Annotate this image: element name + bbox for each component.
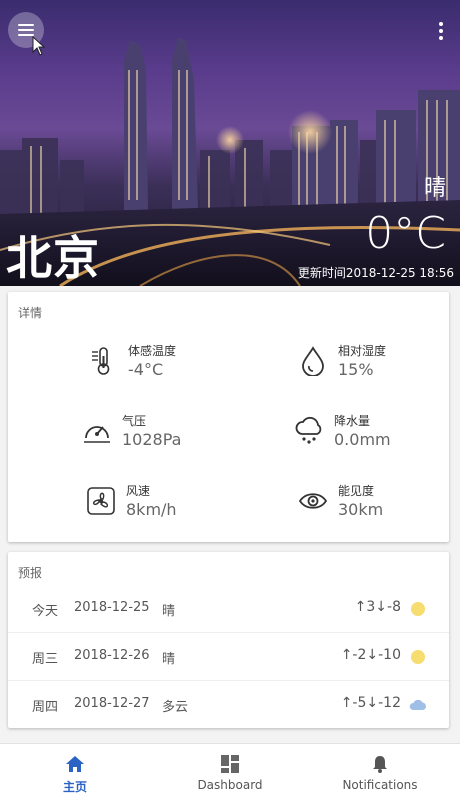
- humidity-drop-icon: [302, 346, 324, 376]
- nav-dashboard[interactable]: Dashboard: [155, 744, 305, 799]
- forecast-day: 周三: [32, 652, 59, 667]
- more-options-icon[interactable]: [438, 22, 444, 40]
- detail-value: 15%: [338, 360, 374, 379]
- bottom-navigation: 主页 Dashboard Notifications: [0, 743, 460, 799]
- home-icon: [66, 756, 84, 772]
- details-title: 详情: [18, 306, 43, 320]
- weather-description: 晴: [423, 176, 446, 201]
- detail-label: 体感温度: [128, 344, 177, 358]
- detail-value: -4°C: [128, 360, 164, 379]
- hero-header: 晴 北京 0°C 更新时间2018-12-25 18:56: [0, 0, 460, 286]
- current-temperature: 0°C: [365, 208, 446, 259]
- update-time: 更新时间2018-12-25 18:56: [297, 266, 454, 280]
- forecast-day: 今天: [32, 604, 59, 619]
- forecast-desc: 多云: [162, 700, 189, 715]
- nav-label: Notifications: [342, 778, 418, 792]
- sun-icon: [411, 650, 425, 664]
- gauge-icon: [84, 426, 110, 443]
- forecast-row[interactable]: 周四 2018-12-27 多云 ↑-5↓-12: [8, 682, 449, 728]
- forecast-range: ↑3↓-8: [354, 599, 401, 615]
- detail-visibility: 能见度 30km: [298, 482, 438, 526]
- forecast-desc: 晴: [162, 604, 176, 619]
- dashboard-icon: [221, 755, 239, 773]
- detail-feels-like: 体感温度 -4°C: [88, 342, 228, 386]
- detail-value: 8km/h: [126, 500, 177, 519]
- fan-icon: [87, 487, 115, 515]
- forecast-title: 预报: [18, 566, 43, 580]
- forecast-range: ↑-2↓-10: [340, 647, 401, 663]
- eye-icon: [298, 493, 328, 509]
- nav-label: Dashboard: [197, 778, 263, 792]
- rain-cloud-icon: [295, 416, 322, 444]
- detail-label: 气压: [122, 414, 147, 428]
- nav-notifications[interactable]: Notifications: [305, 744, 455, 799]
- city-name: 北京: [6, 231, 100, 285]
- forecast-date: 2018-12-26: [74, 648, 150, 663]
- forecast-card: 预报 今天 2018-12-25 晴 ↑3↓-8 周三 2018-12-26 晴…: [8, 552, 449, 728]
- detail-label: 风速: [126, 484, 151, 498]
- detail-pressure: 气压 1028Pa: [82, 412, 232, 456]
- detail-value: 0.0mm: [334, 430, 391, 449]
- detail-wind: 风速 8km/h: [86, 482, 236, 526]
- nav-home[interactable]: 主页: [0, 744, 150, 799]
- forecast-date: 2018-12-25: [74, 600, 150, 615]
- hamburger-icon: [18, 24, 34, 36]
- bell-icon: [373, 756, 387, 773]
- detail-label: 相对湿度: [338, 344, 387, 358]
- detail-label: 能见度: [338, 484, 375, 498]
- forecast-desc: 晴: [162, 652, 176, 667]
- cloud-icon: [409, 699, 426, 710]
- detail-humidity: 相对湿度 15%: [298, 342, 438, 386]
- forecast-date: 2018-12-27: [74, 696, 150, 711]
- detail-value: 30km: [338, 500, 384, 519]
- nav-label: 主页: [62, 780, 87, 794]
- details-card: 详情 体感温度 -4°C 相对湿度 15% 气压 1028Pa 降水量 0.0m…: [8, 292, 449, 542]
- forecast-range: ↑-5↓-12: [340, 695, 401, 711]
- divider: [8, 632, 449, 633]
- forecast-day: 周四: [32, 700, 59, 715]
- divider: [8, 680, 449, 681]
- forecast-row[interactable]: 周三 2018-12-26 晴 ↑-2↓-10: [8, 634, 449, 680]
- detail-precipitation: 降水量 0.0mm: [294, 412, 444, 456]
- detail-label: 降水量: [334, 414, 371, 428]
- thermometer-icon: [92, 347, 110, 375]
- sun-icon: [411, 602, 425, 616]
- detail-value: 1028Pa: [122, 430, 182, 449]
- mouse-cursor-icon: [32, 36, 46, 56]
- forecast-row[interactable]: 今天 2018-12-25 晴 ↑3↓-8: [8, 586, 449, 632]
